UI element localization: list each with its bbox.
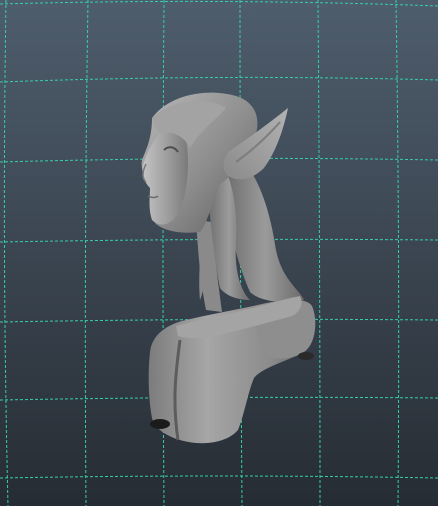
elf-bust-model[interactable] — [141, 92, 316, 444]
bust-base-shadow — [150, 419, 170, 429]
3d-viewport[interactable] — [0, 0, 438, 506]
viewport-canvas[interactable] — [0, 0, 438, 506]
bust-base-shadow-2 — [298, 352, 314, 360]
